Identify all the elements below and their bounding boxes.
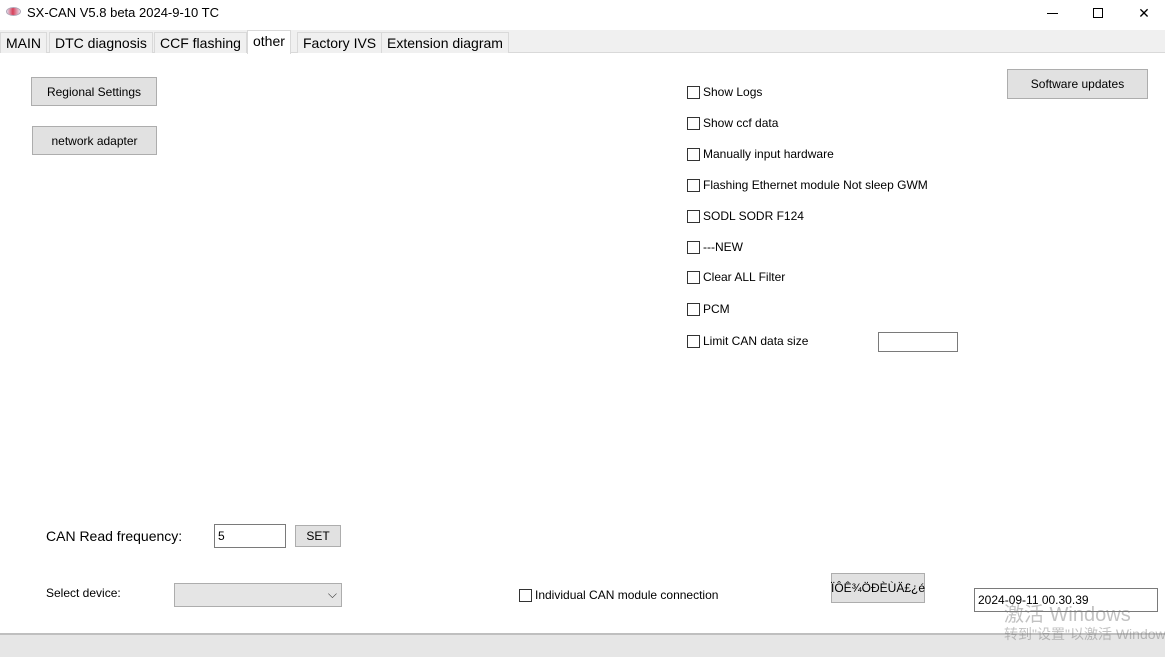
checkbox-box[interactable] [687,116,700,130]
show-ccf-data-checkbox[interactable]: Show ccf data [687,116,778,130]
tab-strip: MAIN DTC diagnosis CCF flashing other Fa… [0,30,1165,54]
network-adapter-button[interactable]: network adapter [32,126,157,155]
checkbox-box[interactable] [687,334,700,348]
manually-input-hardware-checkbox[interactable]: Manually input hardware [687,147,834,161]
close-icon: ✕ [1138,4,1150,21]
window-title: SX-CAN V5.8 beta 2024-9-10 TC [27,5,219,20]
pcm-checkbox[interactable]: PCM [687,302,730,316]
select-device-dropdown[interactable]: ⌵ [174,583,342,607]
checkbox-box[interactable] [687,178,700,192]
minimize-icon [1046,12,1058,14]
checkbox-label: Limit CAN data size [703,334,809,348]
new-checkbox[interactable]: ---NEW [687,240,743,254]
status-bar [0,633,1165,657]
clear-all-filter-checkbox[interactable]: Clear ALL Filter [687,270,785,284]
checkbox-box[interactable] [687,302,700,316]
set-frequency-button[interactable]: SET [295,525,341,547]
checkbox-label: Manually input hardware [703,147,834,161]
checkbox-box[interactable] [687,240,700,254]
maximize-button[interactable] [1075,0,1121,26]
app-logo-icon [6,7,21,16]
software-updates-button[interactable]: Software updates [1007,69,1148,99]
minimize-button[interactable] [1029,0,1075,26]
select-device-label: Select device: [46,586,121,600]
tab-ccf-flashing[interactable]: CCF flashing [154,32,247,53]
individual-can-module-checkbox[interactable]: Individual CAN module connection [519,588,718,602]
checkbox-label: ---NEW [703,240,743,254]
sodl-sodr-f124-checkbox[interactable]: SODL SODR F124 [687,209,804,223]
checkbox-label: Flashing Ethernet module Not sleep GWM [703,178,928,192]
tab-extension-diagram[interactable]: Extension diagram [381,32,509,53]
checkbox-label: Show Logs [703,85,763,99]
tab-other[interactable]: other [247,30,291,54]
tab-main[interactable]: MAIN [0,32,47,53]
title-bar: SX-CAN V5.8 beta 2024-9-10 TC ✕ [0,0,1165,26]
checkbox-label: PCM [703,302,730,316]
checkbox-box[interactable] [519,588,532,602]
limit-can-data-size-checkbox[interactable]: Limit CAN data size [687,334,808,348]
timestamp-field: 2024-09-11 00.30.39 [974,588,1158,612]
chevron-down-icon: ⌵ [327,587,337,601]
garbled-label-button[interactable]: ÏÔÊ¾ÖÐÈÙÄ£¿é [831,573,925,603]
close-button[interactable]: ✕ [1121,0,1165,26]
checkbox-label: Show ccf data [703,116,779,130]
checkbox-label: Clear ALL Filter [703,270,786,284]
flashing-ethernet-not-sleep-checkbox[interactable]: Flashing Ethernet module Not sleep GWM [687,178,928,192]
maximize-icon [1093,8,1103,18]
regional-settings-button[interactable]: Regional Settings [31,77,157,106]
can-read-frequency-input[interactable]: 5 [214,524,286,548]
checkbox-box[interactable] [687,209,700,223]
limit-can-data-size-input[interactable] [878,332,958,352]
show-logs-checkbox[interactable]: Show Logs [687,85,762,99]
checkbox-label: SODL SODR F124 [703,209,804,223]
checkbox-box[interactable] [687,270,700,284]
can-read-frequency-label: CAN Read frequency: [46,528,183,544]
checkbox-box[interactable] [687,147,700,161]
tab-factory-ivs[interactable]: Factory IVS [297,32,383,53]
checkbox-label: Individual CAN module connection [535,588,719,602]
tab-dtc-diagnosis[interactable]: DTC diagnosis [49,32,153,53]
checkbox-box[interactable] [687,85,700,99]
